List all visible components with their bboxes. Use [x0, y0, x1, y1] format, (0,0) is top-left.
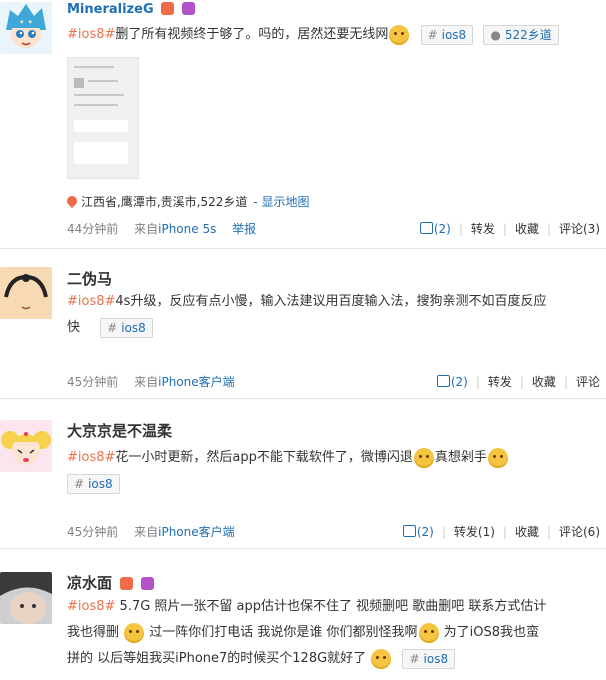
- location-pin-icon: ●: [490, 27, 501, 42]
- post-time[interactable]: 45分钟前: [67, 525, 118, 539]
- post-actions: (2) | 转发 | 收藏 | 评论(3): [419, 220, 600, 237]
- post-text-cont: 拼的 以后等姐我买iPhone7的时候买个128G就好了: [67, 651, 371, 666]
- weibo-post: 凉水面 #ios8# 5.7G 照片一张不留 app估计也保不住了 视频删吧 歌…: [0, 549, 606, 680]
- member-badge-icon[interactable]: [181, 2, 195, 15]
- post-time[interactable]: 45分钟前: [67, 375, 118, 389]
- topic-tag[interactable]: # ios8: [420, 24, 474, 45]
- thumbs-up-icon: [402, 525, 416, 537]
- username[interactable]: 大京京是不温柔: [67, 420, 172, 441]
- post-text-cont: 真想剁手: [434, 450, 487, 465]
- weibo-post: 二伪马 #ios8#4s升级，反应有点小慢，输入法建议用百度输入法，搜狗亲测不如…: [0, 249, 606, 399]
- username-text[interactable]: MineralizeG: [67, 2, 154, 17]
- comment-button[interactable]: 评论(3): [559, 222, 600, 236]
- favorite-button[interactable]: 收藏: [515, 222, 539, 236]
- member-badge-icon[interactable]: [141, 577, 155, 590]
- username-text[interactable]: 凉水面: [67, 574, 112, 592]
- post-actions: (2) | 转发(1) | 收藏 | 评论(6): [402, 523, 600, 540]
- comment-button[interactable]: 评论(6): [559, 525, 600, 539]
- source-link[interactable]: iPhone 5s: [158, 222, 216, 236]
- post-text-cont: 为了iOS8我也蛮: [439, 625, 540, 640]
- avatar[interactable]: [0, 572, 52, 624]
- star-badge-icon[interactable]: [120, 577, 134, 590]
- vip-badge-icon[interactable]: [161, 2, 175, 15]
- topic-tag-label: ios8: [423, 651, 449, 666]
- show-map-link[interactable]: - 显示地图: [253, 195, 309, 209]
- like-count: (2): [416, 525, 434, 539]
- topic-link[interactable]: #ios8#: [67, 450, 115, 465]
- post-text-cont: 过一阵你们打电话 我说你是谁 你们都别怪我啊: [145, 625, 418, 640]
- like-button[interactable]: (2): [419, 222, 451, 236]
- laugh-cry-emoji-icon: [371, 648, 392, 669]
- post-content: #ios8#花一小时更新，然后app不能下载软件了，微博闪退 真想剁手 # ios8: [67, 445, 597, 497]
- favorite-button[interactable]: 收藏: [515, 525, 539, 539]
- username[interactable]: 二伪马: [67, 268, 112, 289]
- avatar[interactable]: [0, 420, 52, 472]
- topic-tag-label: ios8: [121, 320, 146, 335]
- post-actions: (2) | 转发 | 收藏 | 评论: [436, 373, 600, 390]
- hash-icon: #: [107, 320, 118, 335]
- post-text: 4s升级，反应有点小慢，输入法建议用百度输入法，搜狗亲测不如百度反应: [115, 294, 547, 309]
- topic-tag-label: ios8: [441, 27, 467, 42]
- post-time[interactable]: 44分钟前: [67, 222, 118, 236]
- post-meta: 45分钟前 来自iPhone客户端: [67, 523, 235, 540]
- topic-link[interactable]: #ios8#: [67, 294, 115, 309]
- hash-icon: #: [409, 651, 420, 666]
- hash-icon: #: [74, 476, 85, 491]
- source-prefix: 来自: [134, 222, 159, 236]
- attached-screenshot[interactable]: [67, 57, 139, 179]
- post-meta: 45分钟前 来自iPhone客户端: [67, 373, 235, 390]
- source-prefix: 来自: [134, 375, 159, 389]
- laugh-cry-emoji-icon: [124, 622, 145, 643]
- post-text: 5.7G 照片一张不留 app估计也保不住了 视频删吧 歌曲删吧 联系方式估计: [115, 599, 547, 614]
- topic-link[interactable]: #ios8#: [67, 27, 115, 42]
- topic-tag[interactable]: # ios8: [100, 317, 153, 338]
- angry-emoji-icon: [389, 24, 410, 45]
- repost-button[interactable]: 转发: [471, 222, 495, 236]
- repost-button[interactable]: 转发: [488, 375, 512, 389]
- post-text: 花一小时更新，然后app不能下载软件了，微博闪退: [115, 450, 413, 465]
- source-link[interactable]: iPhone客户端: [158, 525, 235, 539]
- location-tag-label: 522乡道: [504, 27, 552, 42]
- weibo-post: MineralizeG #ios8#删了所有视频终于够了。吗的，居然还要无线网 …: [0, 0, 606, 248]
- thumbs-up-icon: [436, 375, 450, 387]
- thumbs-up-icon: [419, 222, 433, 234]
- post-content: #ios8# 5.7G 照片一张不留 app估计也保不住了 视频删吧 歌曲删吧 …: [67, 594, 606, 672]
- topic-tag-label: ios8: [88, 476, 113, 491]
- post-text: 删了所有视频终于够了。吗的，居然还要无线网: [115, 27, 389, 42]
- drool-emoji-icon: [487, 447, 508, 468]
- location-tag[interactable]: ● 522乡道: [483, 24, 559, 45]
- location-text: 江西省,鹰潭市,贵溪市,522乡道: [81, 195, 248, 209]
- post-text-cont: 我也得删: [67, 625, 124, 640]
- topic-tag[interactable]: # ios8: [402, 648, 456, 669]
- repost-button[interactable]: 转发(1): [454, 525, 495, 539]
- like-button[interactable]: (2): [436, 375, 468, 389]
- username[interactable]: MineralizeG: [67, 2, 195, 17]
- weibo-post: 大京京是不温柔 #ios8#花一小时更新，然后app不能下载软件了，微博闪退 真想…: [0, 399, 606, 549]
- map-pin-icon: [64, 193, 80, 209]
- avatar[interactable]: [0, 2, 52, 54]
- username[interactable]: 凉水面: [67, 572, 155, 593]
- report-link[interactable]: 举报: [232, 222, 256, 236]
- post-meta: 44分钟前 来自iPhone 5s 举报: [67, 220, 256, 237]
- like-button[interactable]: (2): [402, 525, 434, 539]
- hash-icon: #: [427, 27, 438, 42]
- post-content: #ios8#4s升级，反应有点小慢，输入法建议用百度输入法，搜狗亲测不如百度反应…: [67, 289, 597, 341]
- favorite-button[interactable]: 收藏: [532, 375, 556, 389]
- post-text-cont: 快: [67, 320, 81, 335]
- location-line: 江西省,鹰潭市,贵溪市,522乡道 - 显示地图: [64, 193, 310, 210]
- comment-button[interactable]: 评论: [576, 375, 600, 389]
- laugh-cry-emoji-icon: [418, 622, 439, 643]
- topic-link[interactable]: #ios8#: [67, 599, 115, 614]
- source-prefix: 来自: [134, 525, 159, 539]
- drool-emoji-icon: [413, 447, 434, 468]
- like-count: (2): [450, 375, 468, 389]
- avatar[interactable]: [0, 267, 52, 319]
- topic-tag[interactable]: # ios8: [67, 473, 120, 494]
- post-content: #ios8#删了所有视频终于够了。吗的，居然还要无线网 # ios8 ● 522乡道: [67, 22, 559, 48]
- like-count: (2): [433, 222, 451, 236]
- source-link[interactable]: iPhone客户端: [158, 375, 235, 389]
